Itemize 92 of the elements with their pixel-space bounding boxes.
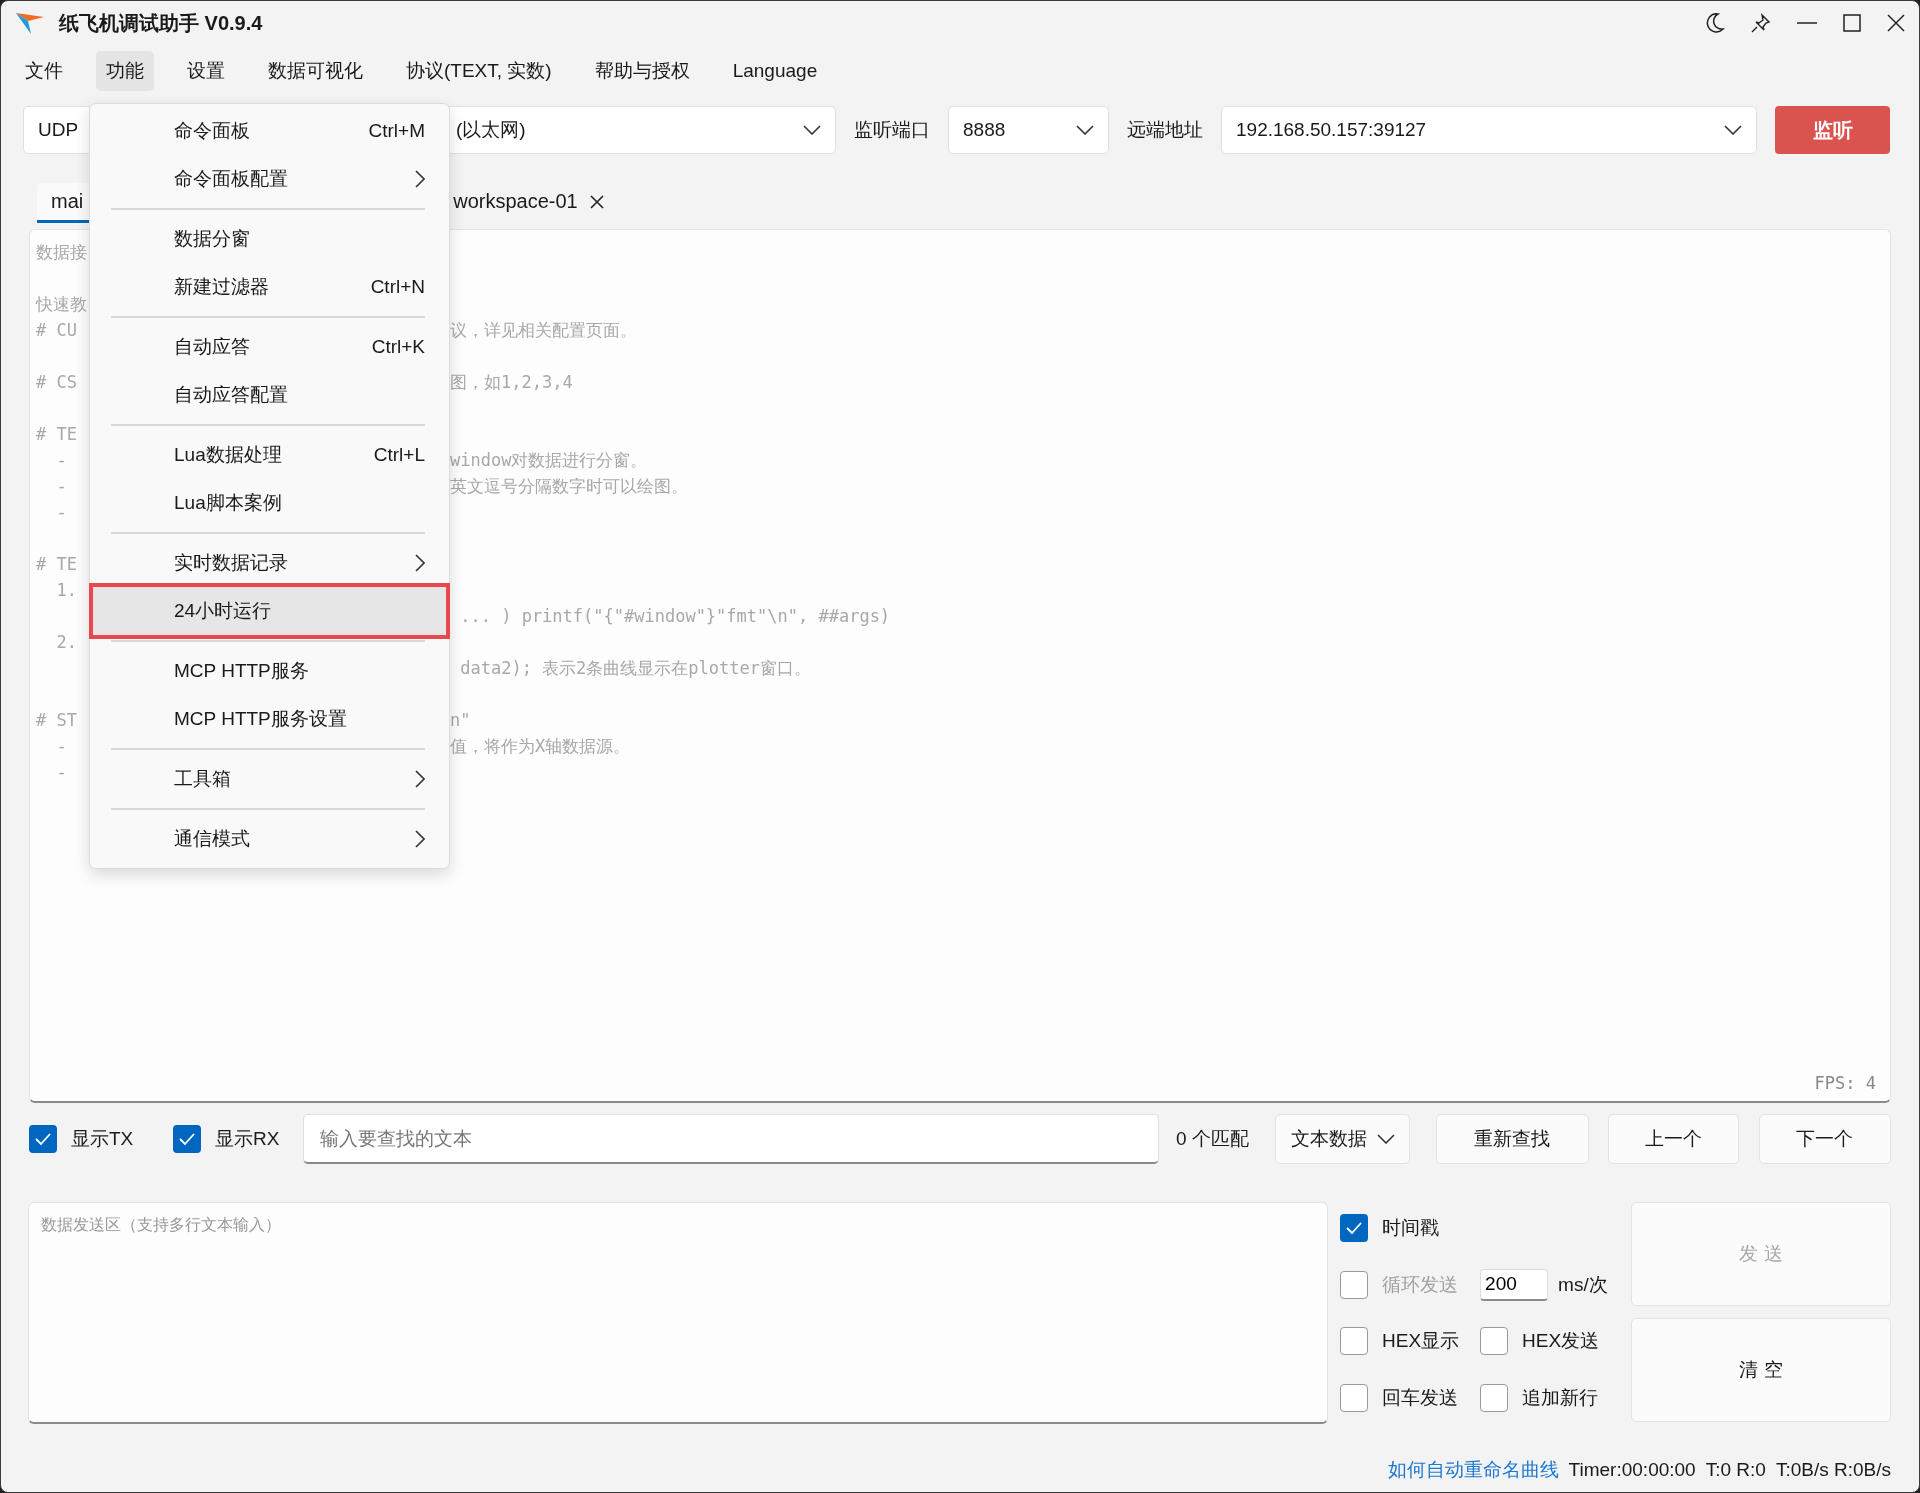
chevron-icon xyxy=(1076,125,1094,135)
remote-label: 远端地址 xyxy=(1127,118,1203,142)
close-icon[interactable] xyxy=(1887,14,1905,32)
menu-entry[interactable]: MCP HTTP服务 xyxy=(90,647,449,695)
checkbox-label: 时间戳 xyxy=(1382,1216,1440,1240)
log-text: 1. xyxy=(55,580,77,600)
log-text: - xyxy=(55,736,67,756)
log-text: 议，详见相关配置页面。 xyxy=(450,319,637,340)
checkbox-label: HEX显示 xyxy=(1382,1329,1460,1354)
menu-item[interactable]: 协议(TEXT, 实数) xyxy=(396,51,562,91)
checkbox[interactable] xyxy=(1340,1214,1369,1242)
log-text: # TE xyxy=(36,424,77,444)
log-text: 快速教 xyxy=(36,293,87,314)
match-count: 0 个匹配 xyxy=(1175,1127,1250,1151)
check-icon xyxy=(178,1132,196,1146)
port-label: 监听端口 xyxy=(854,118,930,142)
log-text: 数据接 xyxy=(36,241,87,262)
count-text: T:0 R:0 xyxy=(1705,1459,1766,1481)
chevron-icon xyxy=(1376,1134,1395,1144)
log-text: 值，将作为X轴数据源。 xyxy=(450,735,631,756)
checkbox[interactable] xyxy=(173,1125,201,1153)
port-dropdown[interactable]: 8888 xyxy=(948,106,1109,154)
checkbox-label: 追加新行 xyxy=(1522,1385,1599,1410)
checkbox-label: 回车发送 xyxy=(1382,1385,1459,1410)
menu-entry[interactable]: MCP HTTP服务设置 xyxy=(90,695,449,743)
search-button[interactable]: 下一个 xyxy=(1758,1114,1891,1164)
mode-dropdown[interactable]: 文本数据 xyxy=(1275,1114,1411,1164)
log-text: # CU xyxy=(36,320,77,340)
menu-entry[interactable]: 工具箱 xyxy=(90,755,449,803)
log-text: 2. xyxy=(55,632,77,652)
help-link[interactable]: 如何自动重命名曲线 xyxy=(1387,1457,1559,1483)
send-area[interactable]: 数据发送区（支持多行文本输入） xyxy=(28,1202,1329,1424)
search-button[interactable]: 重新查找 xyxy=(1436,1114,1589,1164)
log-text: window对数据进行分窗。 xyxy=(450,449,648,470)
checkbox-label: 显示TX xyxy=(71,1127,134,1151)
menu-item[interactable]: Language xyxy=(722,53,828,89)
log-text: - xyxy=(55,762,67,782)
paper-plane-logo xyxy=(15,10,45,36)
log-text: - xyxy=(55,476,67,496)
search-button[interactable]: 上一个 xyxy=(1607,1114,1739,1164)
log-text: n" xyxy=(450,710,471,730)
checkbox[interactable] xyxy=(1340,1383,1369,1412)
interval-field[interactable]: 200 xyxy=(1480,1268,1549,1301)
shortcut-text: Ctrl+M xyxy=(368,120,425,142)
checkbox[interactable] xyxy=(1480,1327,1509,1356)
menu-entry[interactable]: 自动应答配置 xyxy=(90,371,449,419)
checkbox-label: 显示RX xyxy=(215,1127,280,1151)
log-text: ... ) printf("{"#window"}"fmt"\n", ##args) xyxy=(459,606,891,626)
shortcut-text: Ctrl+L xyxy=(373,444,425,466)
fps-counter: FPS: 4 xyxy=(1814,1073,1876,1093)
menu-entry[interactable]: 通信模式 xyxy=(90,815,449,863)
menu-entry[interactable]: 实时数据记录 xyxy=(90,539,449,587)
menu-item[interactable]: 帮助与授权 xyxy=(584,51,700,91)
check-icon xyxy=(1345,1221,1364,1235)
interval-unit: ms/次 xyxy=(1558,1272,1608,1297)
checkbox-label: 循环发送 xyxy=(1382,1272,1459,1297)
menu-entry[interactable]: 自动应答 Ctrl+K xyxy=(90,323,449,371)
log-text: data2); 表示2条曲线显示在plotter窗口。 xyxy=(459,657,811,678)
timer-text: Timer:00:00:00 xyxy=(1568,1459,1696,1481)
rate-text: T:0B/s R:0B/s xyxy=(1775,1459,1891,1481)
check-icon xyxy=(34,1132,52,1146)
moon-icon[interactable] xyxy=(1705,12,1725,34)
menu-item[interactable]: 数据可视化 xyxy=(258,51,373,91)
menu-entry[interactable]: 新建过滤器 Ctrl+N xyxy=(90,263,449,311)
log-text: - xyxy=(55,450,67,470)
chevron-icon xyxy=(803,125,821,135)
listen-button[interactable]: 监听 xyxy=(1775,106,1890,154)
log-text: # CS xyxy=(36,372,77,392)
menu-item[interactable]: 功能 xyxy=(96,51,154,91)
log-text: 英文逗号分隔数字时可以绘图。 xyxy=(450,475,688,496)
maximize-icon[interactable] xyxy=(1843,14,1861,32)
log-text: # TE xyxy=(36,554,77,574)
pin-icon[interactable] xyxy=(1751,13,1771,33)
checkbox[interactable] xyxy=(1340,1327,1369,1356)
checkbox[interactable] xyxy=(1480,1383,1509,1412)
shortcut-text: Ctrl+K xyxy=(371,336,425,358)
menu-entry[interactable]: Lua数据处理 Ctrl+L xyxy=(90,431,449,479)
menu-item[interactable]: 文件 xyxy=(15,51,73,91)
menu-item[interactable]: 设置 xyxy=(177,51,235,91)
chevron-icon xyxy=(1724,125,1742,135)
window-title: 纸飞机调试助手 V0.9.4 xyxy=(59,10,263,36)
menu-entry[interactable]: Lua脚本案例 xyxy=(90,479,449,527)
close-icon[interactable] xyxy=(589,194,604,209)
log-text: - xyxy=(55,502,67,522)
log-text: # ST xyxy=(36,710,77,730)
clear-button[interactable]: 清 空 xyxy=(1631,1318,1891,1422)
search-field[interactable]: 输入要查找的文本 xyxy=(303,1114,1159,1164)
checkbox[interactable] xyxy=(29,1125,57,1153)
checkbox-label: HEX发送 xyxy=(1522,1329,1600,1354)
remote-dropdown[interactable]: 192.168.50.157:39127 xyxy=(1221,106,1757,154)
shortcut-text: Ctrl+N xyxy=(370,276,425,298)
log-text: 图，如1,2,3,4 xyxy=(450,371,573,392)
